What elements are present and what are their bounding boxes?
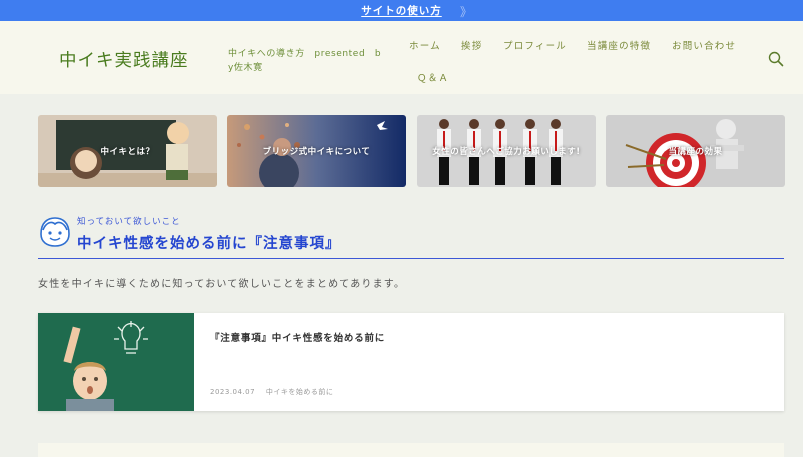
- section-title: 中イキ性感を始める前に『注意事項』: [77, 236, 341, 252]
- card-label: 女性の皆さんへご協力お願いします!: [432, 147, 581, 157]
- card-what-is[interactable]: 中イキとは？: [38, 115, 217, 187]
- card-label: 中イキとは？: [100, 147, 155, 157]
- card-course-effect[interactable]: 当講座の効果: [606, 115, 785, 187]
- double-chevron-right-icon: 》: [460, 5, 472, 19]
- card-label: ブリッジ式中イキについて: [262, 147, 371, 157]
- card-label: 当講座の効果: [668, 147, 723, 157]
- top-announcement-bar: サイトの使い方 》: [0, 0, 803, 21]
- post-title[interactable]: 『注意事項』中イキ性感を始める前に: [210, 330, 385, 344]
- search-icon[interactable]: [768, 51, 784, 67]
- nav-item-qa[interactable]: Ｑ＆Ａ: [417, 70, 449, 84]
- nav-item-profile[interactable]: プロフィール: [503, 38, 567, 52]
- site-guide-link[interactable]: サイトの使い方: [361, 3, 442, 18]
- nav-item-features[interactable]: 当講座の特徴: [587, 38, 651, 52]
- nav-item-contact[interactable]: お問い合わせ: [672, 38, 736, 52]
- child-idea-image: [38, 313, 194, 411]
- site-logo[interactable]: 中イキ実践講座: [59, 47, 189, 72]
- next-section-box: [38, 443, 784, 457]
- post-thumbnail: [38, 313, 194, 411]
- section-intro-text: 女性を中イキに導くために知っておいて欲しいことをまとめてあります。: [38, 279, 406, 290]
- site-header: 中イキ実践講座 中イキへの導き方 presented by佐木寛 ホーム 挨拶 …: [0, 21, 803, 94]
- section-caption: 知っておいて欲しいこと: [77, 217, 181, 227]
- site-tagline: 中イキへの導き方 presented by佐木寛: [228, 49, 382, 73]
- card-bridge-method[interactable]: ブリッジ式中イキについて: [227, 115, 406, 187]
- post-category[interactable]: 中イキを始める前に: [266, 388, 334, 396]
- nav-item-greeting[interactable]: 挨拶: [461, 38, 482, 52]
- smiling-face-icon: [40, 217, 70, 247]
- nav-item-home[interactable]: ホーム: [409, 38, 441, 52]
- post-date: 2023.04.07: [210, 388, 256, 396]
- section-header: 知っておいて欲しいこと 中イキ性感を始める前に『注意事項』: [38, 213, 784, 259]
- card-cooperation-request[interactable]: 女性の皆さんへご協力お願いします!: [417, 115, 596, 187]
- post-card[interactable]: 『注意事項』中イキ性感を始める前に 2023.04.07 中イキを始める前に: [38, 313, 784, 411]
- post-meta: 2023.04.07 中イキを始める前に: [210, 387, 341, 397]
